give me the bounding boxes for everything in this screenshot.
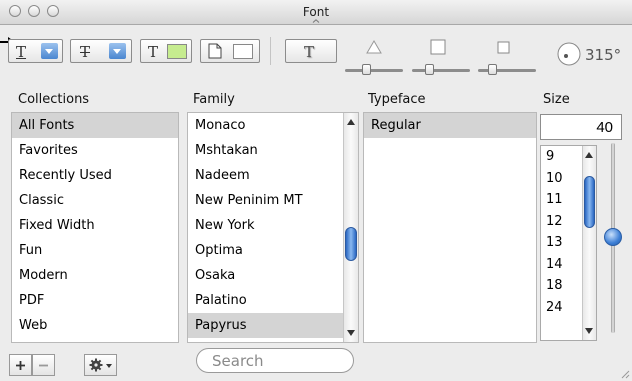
collection-item[interactable]: All Fonts (12, 113, 178, 138)
toolbar-separator (270, 37, 271, 65)
window-title: Font (302, 5, 330, 19)
typeface-header: Typeface (368, 92, 426, 107)
scroll-up-arrow-icon[interactable] (585, 152, 593, 158)
shadow-distance-thumb[interactable] (488, 64, 497, 75)
collections-list[interactable]: All Fonts Favorites Recently Used Classic Fi… (11, 112, 179, 343)
collection-item[interactable]: Web (12, 313, 178, 338)
gear-icon (89, 358, 112, 372)
distance-icon (497, 41, 510, 54)
family-item[interactable]: Mshtakan (188, 138, 358, 163)
text-color-icon: T (148, 43, 159, 61)
size-scrollbar[interactable] (582, 146, 596, 340)
minus-icon (39, 364, 48, 367)
title-bar[interactable]: Font (0, 0, 632, 25)
document-icon (208, 43, 222, 59)
strikethrough-icon: T (80, 43, 91, 61)
toolbar-toggle-icon[interactable] (312, 19, 320, 23)
chevron-down-icon (41, 43, 58, 59)
family-scroll-thumb[interactable] (345, 227, 357, 261)
blur-icon (430, 39, 446, 55)
search-input[interactable] (196, 348, 354, 373)
family-item[interactable]: New York (188, 213, 358, 238)
remove-collection-button[interactable] (32, 354, 55, 376)
collections-header: Collections (18, 92, 90, 107)
size-list[interactable]: 9 10 11 12 13 14 18 24 (540, 145, 597, 341)
text-color-swatch (167, 44, 187, 59)
shadow-blur-thumb[interactable] (425, 64, 434, 75)
document-color-button[interactable] (200, 39, 260, 63)
bottom-bar (0, 343, 632, 381)
typeface-list[interactable]: Regular (363, 112, 537, 343)
shadow-opacity-thumb[interactable] (362, 64, 371, 75)
collection-item[interactable]: Fun (12, 238, 178, 263)
scroll-up-arrow-icon[interactable] (347, 119, 355, 125)
collection-item[interactable]: Fixed Width (12, 213, 178, 238)
family-item[interactable]: Nadeem (188, 163, 358, 188)
family-scrollbar[interactable] (343, 113, 358, 342)
text-color-button[interactable]: T (140, 39, 192, 63)
text-shadow-icon: T (304, 43, 315, 61)
action-menu-button[interactable] (84, 354, 117, 376)
collection-item[interactable]: Recently Used (12, 163, 178, 188)
size-scroll-thumb[interactable] (584, 176, 595, 228)
family-item[interactable]: Palatino (188, 288, 358, 313)
family-list[interactable]: Monaco Mshtakan Nadeem New Peninim MT New Yo… (187, 112, 359, 343)
family-item[interactable]: Papyrus (188, 313, 358, 338)
collection-item[interactable]: Favorites (12, 138, 178, 163)
strikethrough-menu-button[interactable]: T (70, 39, 132, 63)
size-header: Size (543, 92, 570, 107)
shadow-distance-slider[interactable] (478, 69, 536, 72)
shadow-blur-slider[interactable] (412, 69, 470, 72)
underline-icon: T (16, 43, 27, 61)
font-panel-window: Font T T T T 315° Collections Family Typ… (0, 0, 632, 381)
opacity-icon (366, 40, 382, 54)
typeface-item[interactable]: Regular (364, 113, 536, 138)
family-item[interactable]: Monaco (188, 113, 358, 138)
scroll-down-arrow-icon[interactable] (347, 330, 355, 336)
size-slider-thumb[interactable] (604, 228, 622, 246)
collection-item[interactable]: Modern (12, 263, 178, 288)
document-color-swatch (233, 44, 253, 59)
chevron-down-icon (109, 43, 126, 59)
shadow-angle-readout: 315° (585, 46, 622, 64)
toolbar: T T T T 315° (0, 25, 632, 83)
underline-menu-button[interactable]: T (8, 39, 63, 63)
scroll-down-arrow-icon[interactable] (585, 328, 593, 334)
collection-item[interactable]: Classic (12, 188, 178, 213)
font-browser: Collections Family Typeface Size All Fon… (11, 82, 625, 343)
add-collection-button[interactable] (9, 354, 32, 376)
family-item[interactable]: New Peninim MT (188, 188, 358, 213)
collection-item[interactable]: PDF (12, 288, 178, 313)
family-header: Family (193, 92, 235, 107)
family-item[interactable]: Optima (188, 238, 358, 263)
shadow-angle-dial[interactable] (556, 41, 582, 67)
shadow-opacity-slider[interactable] (345, 69, 403, 72)
plus-icon (16, 361, 25, 370)
size-field[interactable] (540, 114, 622, 140)
family-item[interactable]: Osaka (188, 263, 358, 288)
resize-grip-icon[interactable] (619, 368, 630, 379)
text-shadow-button[interactable]: T (285, 39, 337, 63)
